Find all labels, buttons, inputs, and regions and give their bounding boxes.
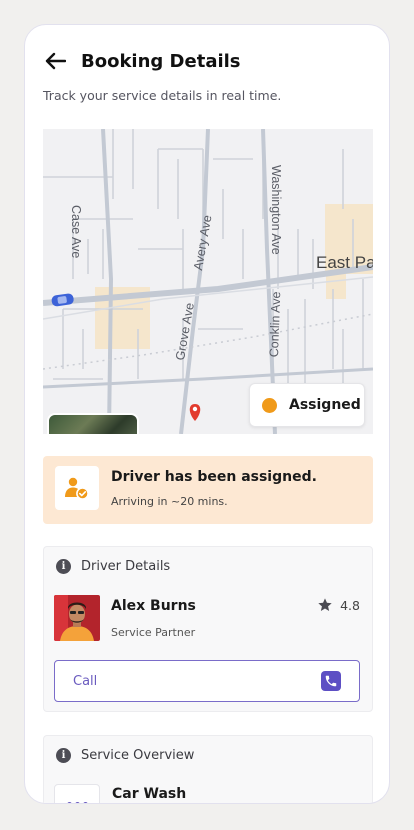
arrow-left-icon bbox=[45, 52, 66, 70]
notice-subtitle: Arriving in ~20 mins. bbox=[111, 495, 228, 508]
call-button[interactable]: Call bbox=[54, 660, 360, 702]
driver-rating: 4.8 bbox=[317, 597, 360, 613]
area-label: East Pa bbox=[316, 253, 373, 272]
service-overview-card: i Service Overview Car Wash bbox=[43, 735, 373, 803]
card-header: i Driver Details bbox=[56, 559, 170, 574]
header: Booking Details bbox=[43, 49, 241, 73]
street-label: Conklin Ave bbox=[267, 291, 284, 358]
card-title: Driver Details bbox=[81, 559, 171, 574]
avatar bbox=[54, 595, 100, 641]
driver-details-card: i Driver Details Alex Burns Service Part… bbox=[43, 546, 373, 712]
info-icon: i bbox=[56, 748, 71, 763]
satellite-toggle[interactable] bbox=[47, 413, 139, 434]
page-title: Booking Details bbox=[81, 50, 241, 72]
driver-assigned-banner: Driver has been assigned. Arriving in ~2… bbox=[43, 456, 373, 524]
back-button[interactable] bbox=[43, 49, 67, 73]
card-header: i Service Overview bbox=[56, 748, 194, 763]
status-dot-icon bbox=[262, 397, 277, 413]
card-title: Service Overview bbox=[81, 748, 195, 763]
service-name: Car Wash bbox=[112, 786, 187, 802]
star-icon bbox=[318, 598, 332, 611]
info-icon: i bbox=[56, 559, 71, 574]
page-subtitle: Track your service details in real time. bbox=[43, 88, 282, 103]
map-view[interactable]: Case Ave Avery Ave Washington Ave Grove … bbox=[43, 129, 373, 434]
rating-value: 4.8 bbox=[340, 597, 360, 613]
street-label: Washington Ave bbox=[269, 165, 283, 255]
phone-icon bbox=[321, 671, 341, 691]
driver-role: Service Partner bbox=[111, 626, 196, 639]
booking-screen: Booking Details Track your service detai… bbox=[24, 24, 390, 804]
call-label: Call bbox=[73, 673, 98, 689]
notice-title: Driver has been assigned. bbox=[111, 469, 317, 485]
status-label: Assigned bbox=[289, 397, 361, 413]
driver-assigned-icon bbox=[55, 466, 99, 510]
street-label: Case Ave bbox=[69, 205, 83, 259]
driver-name: Alex Burns bbox=[111, 598, 196, 614]
service-icon bbox=[54, 784, 100, 803]
status-badge: Assigned bbox=[249, 383, 365, 427]
